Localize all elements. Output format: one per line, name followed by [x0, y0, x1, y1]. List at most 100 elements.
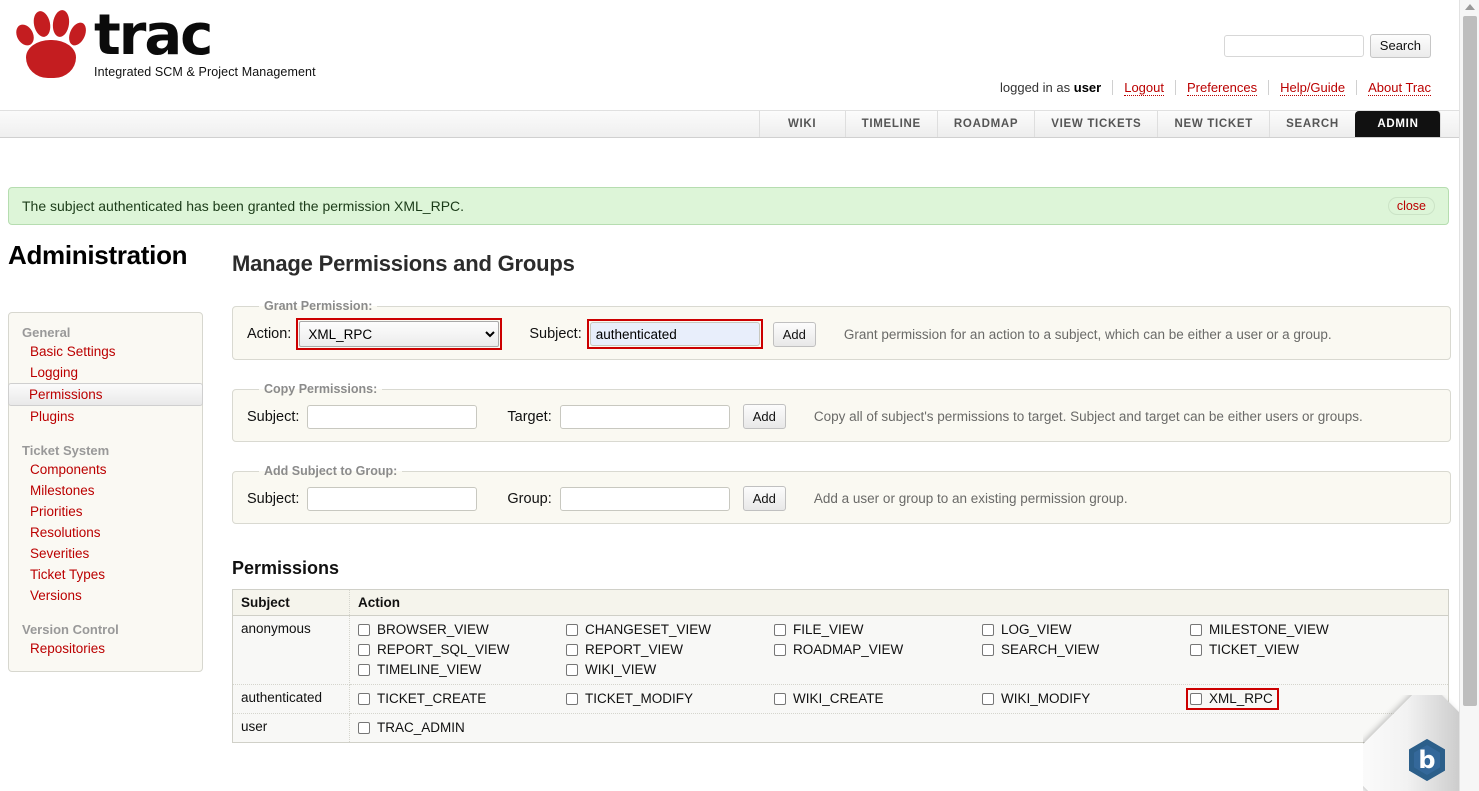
permission-checkbox-browser-view[interactable]: BROWSER_VIEW: [358, 621, 566, 639]
checkbox-icon[interactable]: [566, 693, 578, 705]
permission-checkbox-file-view[interactable]: FILE_VIEW: [774, 621, 982, 639]
logged-in-status: logged in as user: [989, 80, 1112, 95]
permission-checkbox-log-view[interactable]: LOG_VIEW: [982, 621, 1190, 639]
permission-checkbox-report-sql-view[interactable]: REPORT_SQL_VIEW: [358, 641, 566, 659]
grant-action-select[interactable]: XML_RPC: [299, 321, 499, 347]
notice-close-link[interactable]: close: [1388, 197, 1435, 215]
sidebar-item-repositories[interactable]: Repositories: [9, 638, 202, 659]
checkbox-icon[interactable]: [982, 624, 994, 636]
permission-checkbox-wiki-modify[interactable]: WIKI_MODIFY: [982, 690, 1190, 708]
permission-label: ROADMAP_VIEW: [793, 641, 903, 659]
permission-checkbox-trac-admin[interactable]: TRAC_ADMIN: [358, 719, 566, 737]
permission-label: SEARCH_VIEW: [1001, 641, 1099, 659]
permission-checkbox-timeline-view[interactable]: TIMELINE_VIEW: [358, 661, 566, 679]
tab-roadmap[interactable]: ROADMAP: [937, 111, 1034, 137]
copy-target-label: Target:: [507, 409, 551, 425]
grant-action-highlight: XML_RPC: [299, 321, 499, 347]
search-input[interactable]: [1224, 35, 1364, 57]
add-group-input[interactable]: [560, 487, 730, 511]
vertical-scrollbar[interactable]: [1459, 0, 1479, 791]
about-trac-link[interactable]: About Trac: [1368, 80, 1431, 96]
checkbox-icon[interactable]: [566, 644, 578, 656]
permission-checkbox-ticket-view[interactable]: TICKET_VIEW: [1190, 641, 1440, 659]
checkbox-icon[interactable]: [774, 693, 786, 705]
copy-subject-input[interactable]: [307, 405, 477, 429]
permission-label: LOG_VIEW: [1001, 621, 1072, 639]
sidebar-item-resolutions[interactable]: Resolutions: [9, 522, 202, 543]
table-row: authenticatedTICKET_CREATETICKET_MODIFYW…: [233, 685, 1449, 714]
add-group-add-button[interactable]: Add: [743, 486, 786, 511]
sidebar-item-plugins[interactable]: Plugins: [9, 406, 202, 427]
permission-checkbox-changeset-view[interactable]: CHANGESET_VIEW: [566, 621, 774, 639]
sidebar-item-ticket-types[interactable]: Ticket Types: [9, 564, 202, 585]
checkbox-icon[interactable]: [774, 624, 786, 636]
search-button[interactable]: Search: [1370, 34, 1431, 58]
trac-logo[interactable]: trac Integrated SCM & Project Management: [12, 6, 316, 80]
permission-label: WIKI_MODIFY: [1001, 690, 1090, 708]
checkbox-icon[interactable]: [566, 664, 578, 676]
checkbox-icon[interactable]: [1190, 644, 1202, 656]
preferences-link[interactable]: Preferences: [1187, 80, 1257, 96]
logout-link[interactable]: Logout: [1124, 80, 1164, 96]
permission-checkbox-search-view[interactable]: SEARCH_VIEW: [982, 641, 1190, 659]
sidebar-item-permissions[interactable]: Permissions: [8, 383, 203, 406]
sidebar-group-title-general: General: [9, 323, 202, 341]
checkbox-icon[interactable]: [1190, 693, 1202, 705]
copy-hint: Copy all of subject's permissions to tar…: [814, 409, 1363, 424]
checkbox-icon[interactable]: [358, 693, 370, 705]
permission-checkbox-xml-rpc[interactable]: XML_RPC: [1186, 688, 1279, 710]
metanav-item-about[interactable]: About Trac: [1356, 80, 1431, 95]
scroll-up-arrow-icon[interactable]: [1465, 4, 1475, 10]
help-guide-link[interactable]: Help/Guide: [1280, 80, 1345, 96]
copy-permissions-fieldset: Copy Permissions: Subject: Target: Add C…: [232, 382, 1451, 442]
sidebar-group-version-control: Version Control Repositories: [9, 620, 202, 659]
permission-checkbox-milestone-view[interactable]: MILESTONE_VIEW: [1190, 621, 1440, 639]
permission-checkbox-ticket-create[interactable]: TICKET_CREATE: [358, 690, 566, 708]
checkbox-icon[interactable]: [358, 644, 370, 656]
metanav-item-logout[interactable]: Logout: [1112, 80, 1175, 95]
metanav-item-help[interactable]: Help/Guide: [1268, 80, 1356, 95]
permission-checkbox-ticket-modify[interactable]: TICKET_MODIFY: [566, 690, 774, 708]
permission-checkbox-roadmap-view[interactable]: ROADMAP_VIEW: [774, 641, 982, 659]
permission-checkbox-wiki-create[interactable]: WIKI_CREATE: [774, 690, 982, 708]
sidebar-item-basic-settings[interactable]: Basic Settings: [9, 341, 202, 362]
checkbox-icon[interactable]: [982, 644, 994, 656]
tab-wiki[interactable]: WIKI: [759, 111, 845, 137]
checkbox-icon[interactable]: [358, 722, 370, 734]
sidebar-item-versions[interactable]: Versions: [9, 585, 202, 606]
sidebar-item-priorities[interactable]: Priorities: [9, 501, 202, 522]
permission-label: CHANGESET_VIEW: [585, 621, 711, 639]
checkbox-icon[interactable]: [358, 664, 370, 676]
add-subject-to-group-fieldset: Add Subject to Group: Subject: Group: Ad…: [232, 464, 1451, 524]
metanav-item-preferences[interactable]: Preferences: [1175, 80, 1268, 95]
tab-search[interactable]: SEARCH: [1269, 111, 1355, 137]
sidebar-item-severities[interactable]: Severities: [9, 543, 202, 564]
logo-wordmark: trac: [94, 8, 316, 64]
logo-tagline: Integrated SCM & Project Management: [94, 65, 316, 79]
copy-add-button[interactable]: Add: [743, 404, 786, 429]
sidebar-item-logging[interactable]: Logging: [9, 362, 202, 383]
checkbox-icon[interactable]: [358, 624, 370, 636]
grant-subject-input[interactable]: [590, 322, 760, 346]
checkbox-icon[interactable]: [1190, 624, 1202, 636]
checkbox-icon[interactable]: [774, 644, 786, 656]
search-form: Search: [1224, 34, 1431, 58]
checkbox-icon[interactable]: [566, 624, 578, 636]
add-subject-input[interactable]: [307, 487, 477, 511]
scrollbar-thumb[interactable]: [1463, 16, 1477, 706]
tab-new-ticket[interactable]: NEW TICKET: [1157, 111, 1269, 137]
permission-checkbox-wiki-view[interactable]: WIKI_VIEW: [566, 661, 774, 679]
tab-view-tickets[interactable]: VIEW TICKETS: [1034, 111, 1157, 137]
sidebar-item-milestones[interactable]: Milestones: [9, 480, 202, 501]
sidebar-item-components[interactable]: Components: [9, 459, 202, 480]
permission-actions-cell: TRAC_ADMIN: [350, 714, 1449, 743]
copy-target-input[interactable]: [560, 405, 730, 429]
main-navigation: WIKI TIMELINE ROADMAP VIEW TICKETS NEW T…: [0, 110, 1459, 138]
grant-add-button[interactable]: Add: [773, 322, 816, 347]
add-subject-label: Subject:: [247, 491, 299, 507]
checkbox-icon[interactable]: [982, 693, 994, 705]
tab-timeline[interactable]: TIMELINE: [845, 111, 937, 137]
permission-checkbox-report-view[interactable]: REPORT_VIEW: [566, 641, 774, 659]
tab-admin[interactable]: ADMIN: [1355, 111, 1441, 137]
column-header-subject: Subject: [233, 590, 350, 616]
